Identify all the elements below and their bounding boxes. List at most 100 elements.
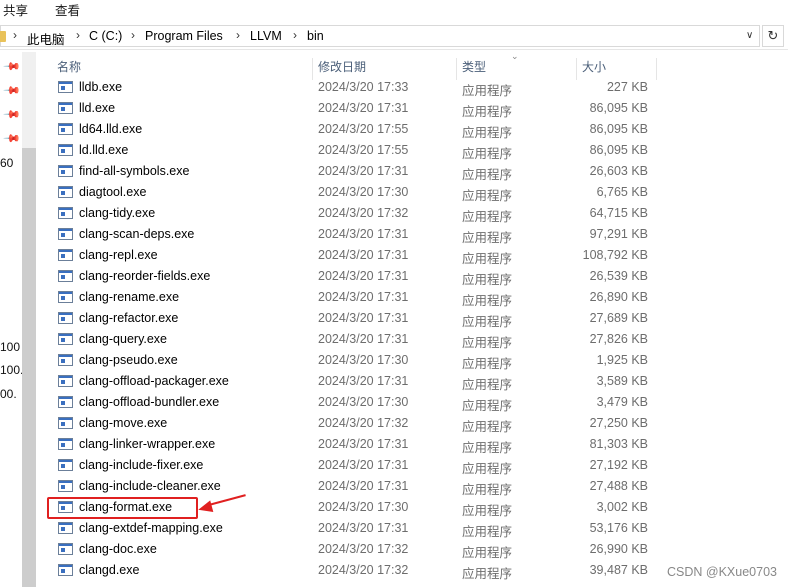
file-modified-date: 2024/3/20 17:30 <box>318 185 409 199</box>
application-icon <box>58 333 73 345</box>
file-row[interactable]: clang-include-fixer.exe 2024/3/20 17:31 应用… <box>50 455 658 476</box>
nav-item-fragment[interactable]: 100 <box>0 340 20 354</box>
application-icon <box>58 543 73 555</box>
file-row[interactable]: clang-query.exe 2024/3/20 17:31 应用程序 27,826… <box>50 329 658 350</box>
nav-item-fragment[interactable]: 00. <box>0 387 17 401</box>
file-type: 应用程序 <box>462 252 513 266</box>
application-icon <box>58 312 73 324</box>
file-row[interactable]: lld.exe 2024/3/20 17:31 应用程序 86,095 KB <box>50 98 658 119</box>
file-name: clang-pseudo.exe <box>79 353 178 367</box>
file-size: 64,715 KB <box>589 206 648 220</box>
file-name: clang-offload-packager.exe <box>79 374 229 388</box>
breadcrumb-this-pc[interactable]: 此电脑 <box>27 29 65 48</box>
tab-share[interactable]: 共享 <box>3 0 28 19</box>
refresh-icon[interactable]: ↻ <box>762 25 784 47</box>
application-icon <box>58 144 73 156</box>
file-size: 227 KB <box>606 80 648 94</box>
pin-icon: 📌 <box>2 57 21 76</box>
file-row[interactable]: lldb.exe 2024/3/20 17:33 应用程序 227 KB <box>50 77 658 98</box>
file-row[interactable]: diagtool.exe 2024/3/20 17:30 应用程序 6,765 KB <box>50 182 658 203</box>
file-type: 应用程序 <box>462 315 513 329</box>
file-row[interactable]: clang-doc.exe 2024/3/20 17:32 应用程序 26,990 K… <box>50 539 658 560</box>
chevron-down-icon[interactable]: ∨ <box>746 30 753 41</box>
file-row[interactable]: clang-offload-bundler.exe 2024/3/20 17:30… <box>50 392 658 413</box>
application-icon <box>58 249 73 261</box>
breadcrumb-c-drive[interactable]: C (C:) <box>89 29 122 43</box>
nav-scrollbar[interactable] <box>22 52 36 587</box>
file-name: clang-include-cleaner.exe <box>79 479 221 493</box>
application-icon <box>58 228 73 240</box>
nav-scrollbar-thumb[interactable] <box>22 148 36 587</box>
file-size: 26,990 KB <box>589 542 648 556</box>
application-icon <box>58 123 73 135</box>
application-icon <box>58 291 73 303</box>
application-icon <box>58 417 73 429</box>
file-row[interactable]: find-all-symbols.exe 2024/3/20 17:31 应用程序 2… <box>50 161 658 182</box>
file-row[interactable]: clang-refactor.exe 2024/3/20 17:31 应用程序 27,… <box>50 308 658 329</box>
breadcrumb-bin[interactable]: bin <box>307 29 324 43</box>
application-icon <box>58 522 73 534</box>
file-modified-date: 2024/3/20 17:31 <box>318 164 409 178</box>
chevron-right-icon[interactable]: › <box>76 28 80 42</box>
file-size: 26,603 KB <box>589 164 648 178</box>
application-icon <box>58 354 73 366</box>
file-name: clang-linker-wrapper.exe <box>79 437 216 451</box>
file-row[interactable]: clang-move.exe 2024/3/20 17:32 应用程序 27,250 … <box>50 413 658 434</box>
file-row[interactable]: clang-offload-packager.exe 2024/3/20 17:3… <box>50 371 658 392</box>
breadcrumb-llvm[interactable]: LLVM <box>250 29 282 43</box>
watermark: CSDN @KXue0703 <box>667 565 777 579</box>
file-size: 97,291 KB <box>589 227 648 241</box>
file-row[interactable]: clangd.exe 2024/3/20 17:32 应用程序 39,487 KB <box>50 560 658 581</box>
file-size: 3,589 KB <box>596 374 648 388</box>
file-name: clang-scan-deps.exe <box>79 227 195 241</box>
file-type: 应用程序 <box>462 504 513 518</box>
file-row[interactable]: clang-tidy.exe 2024/3/20 17:32 应用程序 64,715 … <box>50 203 658 224</box>
breadcrumb-program-files[interactable]: Program Files <box>145 29 223 43</box>
file-size: 6,765 KB <box>596 185 648 199</box>
application-icon <box>58 102 73 114</box>
file-type: 应用程序 <box>462 546 513 560</box>
file-row[interactable]: clang-pseudo.exe 2024/3/20 17:30 应用程序 1,925… <box>50 350 658 371</box>
file-type: 应用程序 <box>462 231 513 245</box>
file-size: 53,176 KB <box>589 521 648 535</box>
ribbon: 共享 查看 <box>0 0 788 20</box>
address-bar[interactable]: › 此电脑 › C (C:) › Program Files › LLVM › … <box>0 25 760 47</box>
file-row[interactable]: clang-reorder-fields.exe 2024/3/20 17:31 应… <box>50 266 658 287</box>
file-row[interactable]: clang-repl.exe 2024/3/20 17:31 应用程序 108,792… <box>50 245 658 266</box>
nav-item-fragment[interactable]: 100. <box>0 363 23 377</box>
file-row[interactable]: clang-extdef-mapping.exe 2024/3/20 17:31 应… <box>50 518 658 539</box>
file-row[interactable]: clang-linker-wrapper.exe 2024/3/20 17:31 应… <box>50 434 658 455</box>
application-icon <box>58 270 73 282</box>
chevron-right-icon[interactable]: › <box>131 28 135 42</box>
file-size: 27,826 KB <box>589 332 648 346</box>
file-name: diagtool.exe <box>79 185 147 199</box>
chevron-right-icon[interactable]: › <box>13 28 17 42</box>
file-type: 应用程序 <box>462 105 513 119</box>
file-name: clang-query.exe <box>79 332 168 346</box>
file-type: 应用程序 <box>462 441 513 455</box>
file-type: 应用程序 <box>462 273 513 287</box>
file-row[interactable]: ld.lld.exe 2024/3/20 17:55 应用程序 86,095 KB <box>50 140 658 161</box>
address-bar-row: › 此电脑 › C (C:) › Program Files › LLVM › … <box>0 22 788 50</box>
file-row[interactable]: clang-scan-deps.exe 2024/3/20 17:31 应用程序 97… <box>50 224 658 245</box>
file-size: 86,095 KB <box>589 143 648 157</box>
file-size: 27,488 KB <box>589 479 648 493</box>
file-modified-date: 2024/3/20 17:32 <box>318 416 409 430</box>
file-modified-date: 2024/3/20 17:31 <box>318 248 409 262</box>
nav-item-fragment[interactable]: 60 <box>0 156 13 170</box>
file-modified-date: 2024/3/20 17:30 <box>318 395 409 409</box>
file-size: 26,890 KB <box>589 290 648 304</box>
file-modified-date: 2024/3/20 17:31 <box>318 332 409 346</box>
file-row[interactable]: clang-include-cleaner.exe 2024/3/20 17:31… <box>50 476 658 497</box>
chevron-right-icon[interactable]: › <box>236 28 240 42</box>
file-modified-date: 2024/3/20 17:32 <box>318 542 409 556</box>
file-modified-date: 2024/3/20 17:31 <box>318 479 409 493</box>
file-name: clang-extdef-mapping.exe <box>79 521 223 535</box>
file-row[interactable]: ld64.lld.exe 2024/3/20 17:55 应用程序 86,095 KB <box>50 119 658 140</box>
chevron-right-icon[interactable]: › <box>293 28 297 42</box>
file-type: 应用程序 <box>462 357 513 371</box>
file-row[interactable]: clang-rename.exe 2024/3/20 17:31 应用程序 26,89… <box>50 287 658 308</box>
tab-view[interactable]: 查看 <box>55 0 80 19</box>
file-modified-date: 2024/3/20 17:31 <box>318 269 409 283</box>
file-name: clang-rename.exe <box>79 290 180 304</box>
